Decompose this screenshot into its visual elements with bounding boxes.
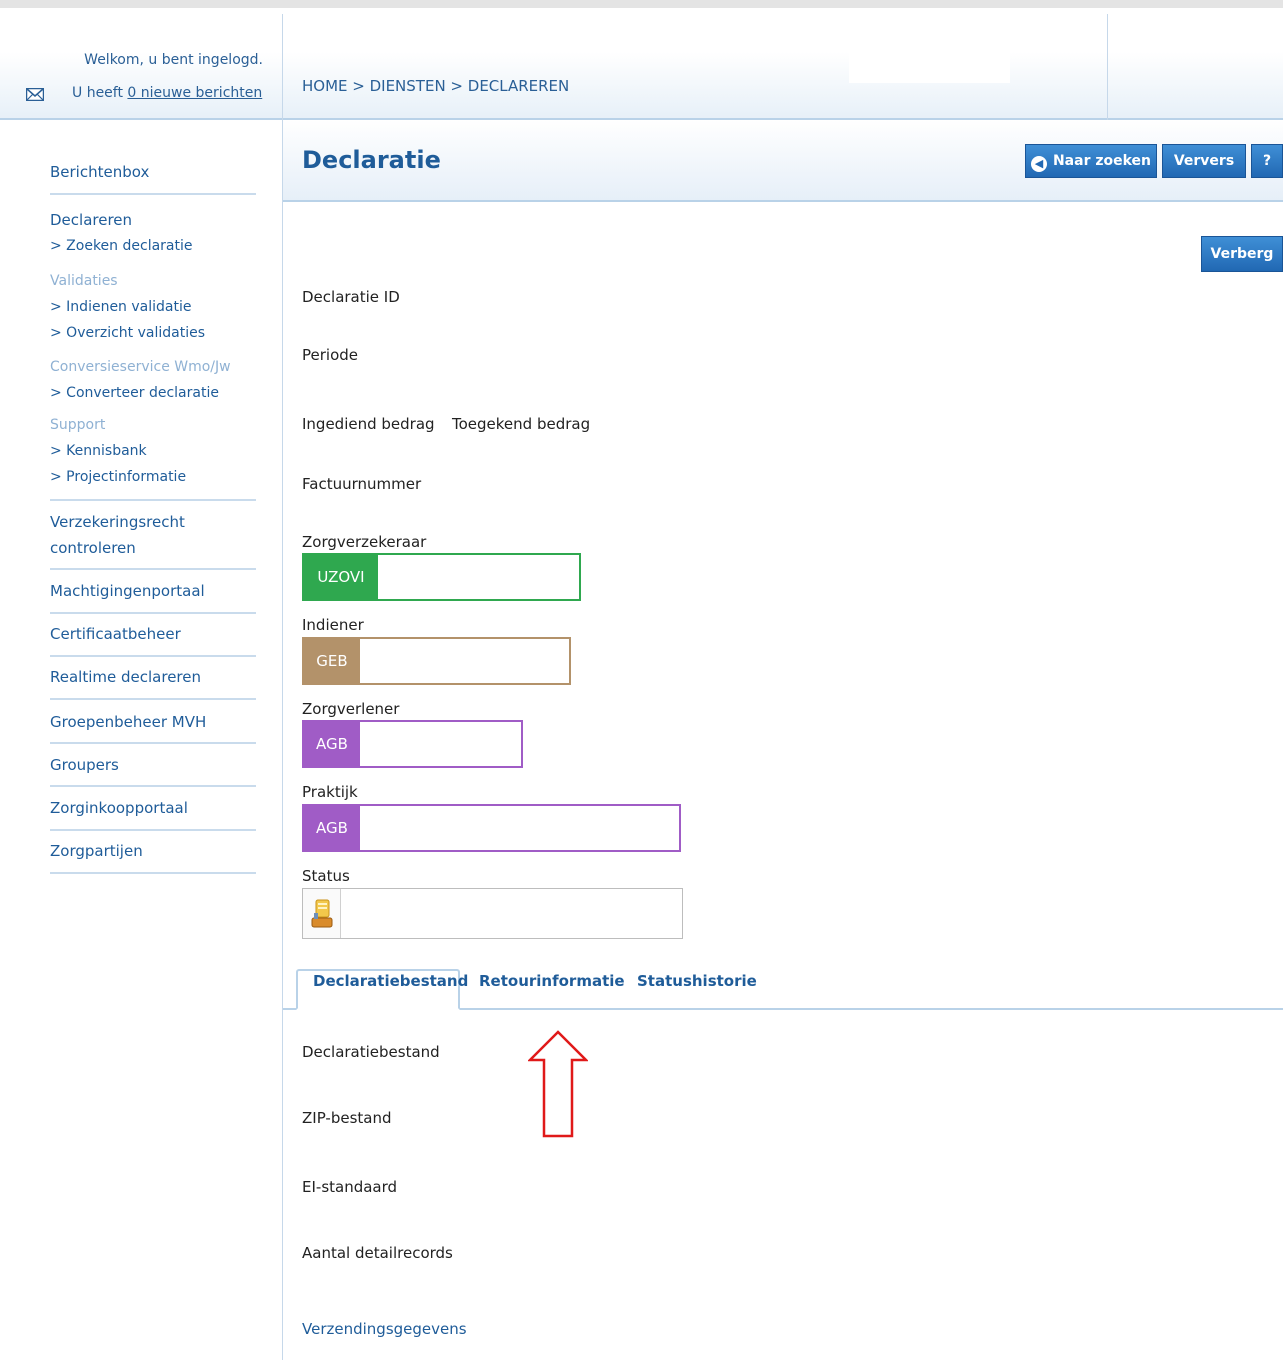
- praktijk-field[interactable]: AGB: [302, 804, 681, 852]
- sidebar-item-overzicht-validaties[interactable]: > Overzicht validaties: [50, 325, 205, 341]
- sidebar-divider: [50, 829, 256, 831]
- naar-zoeken-label: Naar zoeken: [1052, 153, 1152, 169]
- sidebar-divider: [50, 193, 256, 195]
- sidebar-item-verzekeringsrecht[interactable]: Verzekeringsrecht: [50, 513, 185, 531]
- label-toegekend-bedrag: Toegekend bedrag: [452, 415, 591, 433]
- sidebar-item-machtigingenportaal[interactable]: Machtigingenportaal: [50, 582, 205, 600]
- sidebar-item-zorgpartijen[interactable]: Zorgpartijen: [50, 842, 143, 860]
- status-icon: [311, 899, 333, 928]
- sidebar-item-zoeken-declaratie[interactable]: > Zoeken declaratie: [50, 238, 193, 254]
- welcome-text: Welkom, u bent ingelogd.: [84, 52, 263, 68]
- messages-line: U heeft 0 nieuwe berichten: [72, 85, 262, 101]
- naar-zoeken-button[interactable]: ◀ Naar zoeken: [1025, 144, 1157, 178]
- label-zorgverlener: Zorgverlener: [302, 700, 400, 718]
- verberg-button[interactable]: Verberg: [1201, 236, 1283, 272]
- sidebar-item-groepenbeheer[interactable]: Groepenbeheer MVH: [50, 713, 206, 731]
- breadcrumb[interactable]: HOME > DIENSTEN > DECLAREREN: [302, 77, 569, 95]
- label-declaratiebestand: Declaratiebestand: [302, 1043, 440, 1061]
- sidebar-divider: [50, 698, 256, 700]
- zorgverzekeraar-field[interactable]: UZOVI: [302, 553, 581, 601]
- header-divider: [1107, 14, 1108, 120]
- sidebar-item-declareren[interactable]: Declareren: [50, 211, 132, 229]
- label-praktijk: Praktijk: [302, 783, 358, 801]
- header-blank-area: [849, 35, 1010, 83]
- status-icon-cell: [303, 889, 341, 938]
- tab-retourinformatie[interactable]: Retourinformatie: [479, 972, 625, 990]
- sidebar-item-realtime-declareren[interactable]: Realtime declareren: [50, 668, 201, 686]
- mail-icon[interactable]: [26, 88, 44, 101]
- sidebar-item-zorginkoopportaal[interactable]: Zorginkoopportaal: [50, 799, 188, 817]
- sidebar-item-converteer-declaratie[interactable]: > Converteer declaratie: [50, 385, 219, 401]
- sidebar-divider: [50, 655, 256, 657]
- label-status: Status: [302, 867, 350, 885]
- messages-prefix: U heeft: [72, 85, 128, 101]
- arrow-left-icon: ◀: [1030, 156, 1047, 172]
- tab-declaratiebestand[interactable]: Declaratiebestand: [313, 972, 468, 990]
- agb-tag: AGB: [304, 806, 360, 850]
- red-up-arrow-annotation: [528, 1030, 588, 1138]
- indiener-field[interactable]: GEB: [302, 637, 571, 685]
- sidebar-item-kennisbank[interactable]: > Kennisbank: [50, 443, 147, 459]
- sidebar-item-berichtenbox[interactable]: Berichtenbox: [50, 163, 149, 181]
- label-zip-bestand: ZIP-bestand: [302, 1109, 392, 1127]
- help-button[interactable]: ?: [1251, 144, 1283, 178]
- top-strip: [0, 0, 1283, 8]
- label-periode: Periode: [302, 346, 359, 364]
- label-indiener: Indiener: [302, 616, 364, 634]
- zorgverlener-field[interactable]: AGB: [302, 720, 523, 768]
- sidebar-divider: [50, 742, 256, 744]
- sidebar-divider: [50, 612, 256, 614]
- sidebar-group-support: Support: [50, 417, 106, 433]
- sidebar-divider: [50, 568, 256, 570]
- sidebar-item-verzekeringsrecht-cont[interactable]: controleren: [50, 539, 136, 557]
- label-aantal-detailrecords: Aantal detailrecords: [302, 1244, 453, 1262]
- status-field: [302, 888, 683, 939]
- label-ei-standaard: EI-standaard: [302, 1178, 398, 1196]
- sidebar-divider: [50, 785, 256, 787]
- agb-tag: AGB: [304, 722, 360, 766]
- label-ingediend-bedrag: Ingediend bedrag: [302, 415, 435, 433]
- label-zorgverzekeraar: Zorgverzekeraar: [302, 533, 427, 551]
- messages-link[interactable]: 0 nieuwe berichten: [127, 85, 262, 101]
- header-divider: [282, 14, 283, 120]
- tab-statushistorie[interactable]: Statushistorie: [637, 972, 757, 990]
- verzendingsgegevens-link[interactable]: Verzendingsgegevens: [302, 1320, 467, 1338]
- uzovi-tag: UZOVI: [304, 555, 378, 599]
- sidebar-item-indienen-validatie[interactable]: > Indienen validatie: [50, 299, 191, 315]
- sidebar-item-projectinformatie[interactable]: > Projectinformatie: [50, 469, 186, 485]
- sidebar-group-conversieservice: Conversieservice Wmo/Jw: [50, 359, 231, 375]
- ververs-button[interactable]: Ververs: [1162, 144, 1246, 178]
- label-declaratie-id: Declaratie ID: [302, 288, 400, 306]
- sidebar-item-certificaatbeheer[interactable]: Certificaatbeheer: [50, 625, 181, 643]
- geb-tag: GEB: [304, 639, 360, 683]
- page-title: Declaratie: [302, 146, 441, 174]
- sidebar-divider: [50, 499, 256, 501]
- sidebar-item-groupers[interactable]: Groupers: [50, 756, 119, 774]
- sidebar-group-validaties: Validaties: [50, 273, 118, 289]
- sidebar-divider: [50, 872, 256, 874]
- label-factuurnummer: Factuurnummer: [302, 475, 422, 493]
